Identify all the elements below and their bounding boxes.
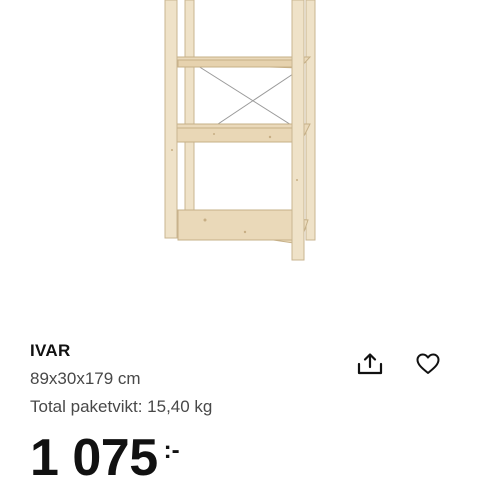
product-image[interactable] [0, 0, 480, 300]
price-amount: 1 075 [30, 429, 158, 480]
share-button[interactable] [356, 350, 384, 378]
product-name[interactable]: IVAR [30, 340, 330, 362]
product-dimensions: 89x30x179 cm [30, 369, 141, 388]
heart-icon [416, 353, 440, 374]
price-suffix: :- [163, 437, 180, 464]
favorite-button[interactable] [414, 350, 442, 378]
share-icon [357, 353, 383, 375]
package-weight: Total paketvikt: 15,40 kg [30, 397, 213, 416]
product-page: IVAR 89x30x179 cm Total paketvikt: 15,40… [0, 0, 480, 480]
price: 1 075 :- [30, 428, 180, 480]
product-info: IVAR 89x30x179 cm Total paketvikt: 15,40… [30, 340, 330, 419]
shelf-illustration [164, 0, 316, 261]
product-actions [356, 350, 442, 378]
